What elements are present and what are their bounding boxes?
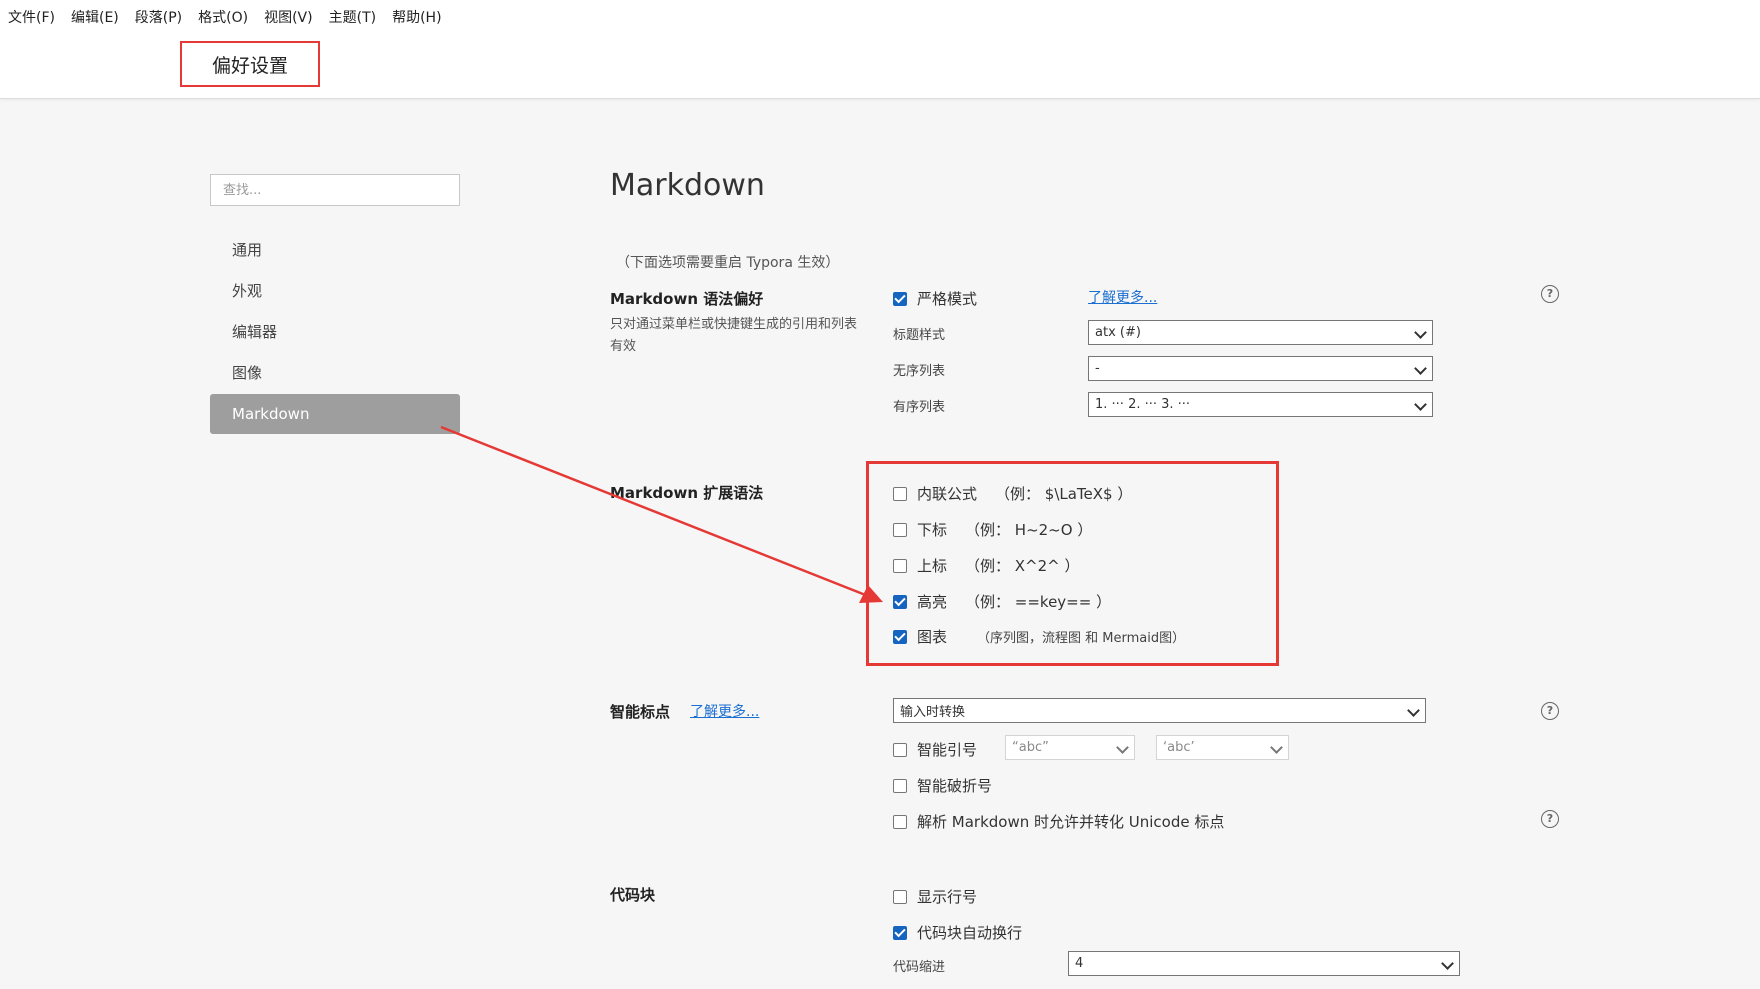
menu-paragraph[interactable]: 段落(P) [135,8,182,28]
code-indent-label: 代码缩进 [893,960,946,975]
menu-format[interactable]: 格式(O) [198,8,248,28]
sidebar-item-editor[interactable]: 编辑器 [210,312,460,352]
chevron-down-icon [1414,398,1427,411]
syntax-pref-desc: 只对通过菜单栏或快捷键生成的引用和列表有效 [610,317,858,354]
smart-punct-title: 智能标点 [610,703,671,721]
highlight-example: （例： ==key== ） [965,593,1112,611]
ordered-list-label: 有序列表 [893,400,946,415]
heading-style-value: atx (#) [1095,325,1141,340]
title-bar: 文件(F) 编辑(E) 段落(P) 格式(O) 视图(V) 主题(T) 帮助(H… [0,0,1760,99]
restart-note: （下面选项需要重启 Typora 生效） [616,255,840,271]
help-icon[interactable]: ? [1541,285,1559,303]
line-numbers-checkbox[interactable] [893,889,907,904]
unicode-punct-checkbox[interactable] [893,814,907,829]
syntax-pref-title: Markdown 语法偏好 [610,290,764,308]
ordered-list-select[interactable]: 1. ··· 2. ··· 3. ··· [1088,392,1433,417]
smart-quotes-label: 智能引号 [917,741,978,759]
strict-mode-checkbox[interactable] [893,291,907,306]
highlight-option[interactable]: 高亮 （例： ==key== ） [893,591,1111,612]
diagram-option[interactable]: 图表 （序列图，流程图 和 Mermaid图） [893,626,1185,647]
heading-style-select[interactable]: atx (#) [1088,320,1433,345]
smart-punct-select[interactable]: 输入时转换 [893,698,1426,723]
arrow-line [440,425,869,598]
subscript-label: 下标 [917,521,948,539]
highlight-label: 高亮 [917,593,948,611]
smart-punct-value: 输入时转换 [900,705,966,720]
ordered-list-value: 1. ··· 2. ··· 3. ··· [1095,397,1191,412]
diagram-label: 图表 [917,628,948,646]
subscript-option[interactable]: 下标 （例： H~2~O ） [893,519,1092,540]
sidebar-item-appearance[interactable]: 外观 [210,271,460,311]
unicode-punct-option[interactable]: 解析 Markdown 时允许并转化 Unicode 标点 [893,811,1224,832]
syntax-learn-more-link[interactable]: 了解更多... [1088,287,1157,307]
menu-theme[interactable]: 主题(T) [329,8,376,28]
diagram-checkbox[interactable] [893,629,907,644]
heading-style-label: 标题样式 [893,328,946,343]
superscript-option[interactable]: 上标 （例： X^2^ ） [893,555,1080,576]
line-numbers-label: 显示行号 [917,888,978,906]
unordered-list-label: 无序列表 [893,364,946,379]
superscript-checkbox[interactable] [893,558,907,573]
code-indent-select[interactable]: 4 [1068,951,1460,976]
strict-mode-label: 严格模式 [917,290,978,308]
single-quote-select[interactable]: ‘abc’ [1156,735,1289,760]
menu-edit[interactable]: 编辑(E) [71,8,119,28]
chevron-down-icon [1407,704,1420,717]
sidebar-item-image[interactable]: 图像 [210,353,460,393]
page-title: Markdown [610,168,765,203]
ext-syntax-title: Markdown 扩展语法 [610,484,764,502]
subscript-example: （例： H~2~O ） [965,521,1093,539]
unicode-punct-label: 解析 Markdown 时允许并转化 Unicode 标点 [917,813,1225,831]
subscript-checkbox[interactable] [893,522,907,537]
strict-mode-option[interactable]: 严格模式 [893,288,977,309]
window-title: 偏好设置 [180,41,320,87]
line-numbers-option[interactable]: 显示行号 [893,886,977,907]
chevron-down-icon [1414,362,1427,375]
unordered-list-select[interactable]: - [1088,356,1433,381]
help-icon[interactable]: ? [1541,810,1559,828]
auto-wrap-checkbox[interactable] [893,925,907,940]
code-block-title: 代码块 [610,886,656,904]
sidebar-item-markdown[interactable]: Markdown [210,394,460,434]
single-quote-value: ‘abc’ [1163,740,1195,755]
double-quote-select[interactable]: “abc” [1005,735,1135,760]
code-indent-value: 4 [1075,956,1084,971]
smart-punct-learn-more-link[interactable]: 了解更多... [690,701,759,721]
smart-quotes-option[interactable]: 智能引号 [893,739,977,760]
superscript-label: 上标 [917,557,948,575]
double-quote-value: “abc” [1012,740,1049,755]
inline-math-label: 内联公式 [917,485,978,503]
sidebar-nav: 通用 外观 编辑器 图像 Markdown [210,230,460,435]
menu-help[interactable]: 帮助(H) [392,8,441,28]
smart-quotes-checkbox[interactable] [893,742,907,757]
chevron-down-icon [1116,741,1129,754]
menubar: 文件(F) 编辑(E) 段落(P) 格式(O) 视图(V) 主题(T) 帮助(H… [8,8,458,28]
unordered-list-value: - [1095,361,1100,376]
superscript-example: （例： X^2^ ） [965,557,1080,575]
menu-file[interactable]: 文件(F) [8,8,55,28]
menu-view[interactable]: 视图(V) [264,8,313,28]
chevron-down-icon [1270,741,1283,754]
sidebar-item-general[interactable]: 通用 [210,230,460,270]
chevron-down-icon [1441,957,1454,970]
inline-math-option[interactable]: 内联公式 （例： $\LaTeX$ ） [893,483,1132,504]
auto-wrap-option[interactable]: 代码块自动换行 [893,922,1022,943]
smart-dash-option[interactable]: 智能破折号 [893,775,992,796]
chevron-down-icon [1414,326,1427,339]
smart-dash-checkbox[interactable] [893,778,907,793]
inline-math-checkbox[interactable] [893,486,907,501]
diagram-example: （序列图，流程图 和 Mermaid图） [977,631,1186,646]
smart-dash-label: 智能破折号 [917,777,993,795]
help-icon[interactable]: ? [1541,702,1559,720]
highlight-checkbox[interactable] [893,594,907,609]
search-input[interactable] [210,174,460,206]
auto-wrap-label: 代码块自动换行 [917,924,1023,942]
inline-math-example: （例： $\LaTeX$ ） [995,485,1133,503]
